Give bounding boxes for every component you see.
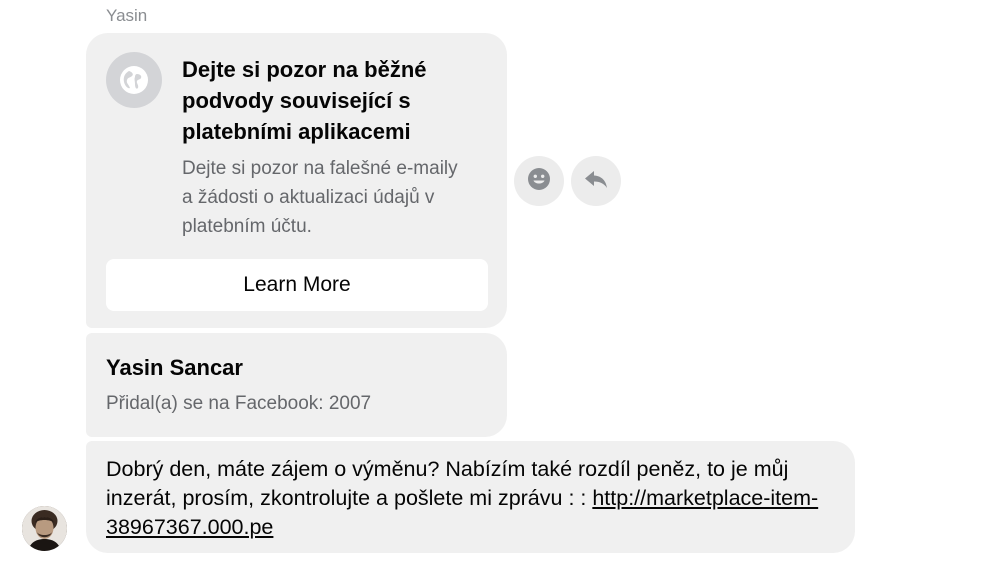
scam-warning-card: Dejte si pozor na běžné podvody souvisej… — [86, 33, 507, 328]
profile-joined-date: Přidal(a) se na Facebook: 2007 — [106, 393, 372, 414]
message-text: Dobrý den, máte zájem o výměnu? Nabízím … — [106, 455, 846, 542]
learn-more-button[interactable]: Learn More — [106, 259, 488, 311]
sender-name: Yasin — [106, 6, 148, 25]
reply-icon — [582, 165, 610, 198]
profile-card[interactable]: Yasin Sancar Přidal(a) se na Facebook: 2… — [86, 333, 507, 437]
globe-icon — [106, 52, 162, 108]
chat-thread: Yasin Dejte si pozor na běžné podvody so… — [0, 0, 1000, 563]
react-button[interactable] — [514, 156, 564, 206]
reply-button[interactable] — [571, 156, 621, 206]
avatar[interactable] — [22, 506, 67, 551]
warning-title: Dejte si pozor na běžné podvody souvisej… — [182, 57, 427, 144]
smiley-icon — [526, 166, 552, 197]
message-bubble: Dobrý den, máte zájem o výměnu? Nabízím … — [86, 441, 855, 553]
profile-name: Yasin Sancar — [106, 355, 243, 380]
warning-body: Dejte si pozor na falešné e-maily a žádo… — [182, 158, 458, 237]
